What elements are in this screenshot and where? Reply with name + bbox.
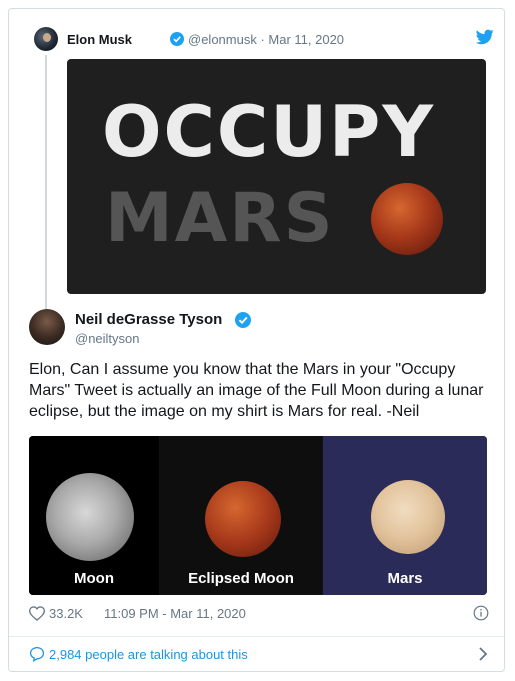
info-icon[interactable]: [473, 605, 489, 624]
quoted-handle-date[interactable]: @elonmusk · Mar 11, 2020: [188, 32, 344, 47]
elon-avatar[interactable]: [34, 27, 58, 51]
mars-panel: Mars: [323, 436, 487, 595]
mars-planet-graphic: [371, 480, 445, 554]
footer-divider: [9, 636, 504, 637]
mars-label: Mars: [387, 570, 423, 587]
twitter-bird-icon[interactable]: [475, 29, 494, 50]
verified-badge-icon: [170, 32, 184, 46]
like-count[interactable]: 33.2K: [49, 606, 83, 621]
occupy-text: OCCUPY: [101, 91, 436, 173]
tweet-meta: 33.2K 11:09 PM - Mar 11, 2020: [28, 605, 489, 625]
moon-label: Moon: [74, 570, 114, 587]
occupy-mars-image[interactable]: OCCUPY MARS: [67, 59, 486, 294]
tweet-image-comparison[interactable]: Moon Eclipsed Moon Mars: [29, 436, 487, 595]
eclipsed-moon-panel: Eclipsed Moon: [160, 436, 322, 595]
comment-icon: [29, 646, 45, 665]
tweet-embed-card: Elon Musk @elonmusk · Mar 11, 2020 OCCUP…: [8, 8, 505, 672]
quoted-tweet-header: Elon Musk @elonmusk · Mar 11, 2020: [34, 27, 494, 53]
eclipsed-moon-graphic: [371, 183, 443, 255]
quoted-author-name[interactable]: Elon Musk: [67, 32, 132, 47]
chevron-right-icon[interactable]: [477, 646, 489, 665]
verified-badge-icon: [235, 312, 251, 328]
thread-connector-line: [45, 55, 47, 311]
eclipsed-moon-label: Eclipsed Moon: [188, 570, 294, 587]
author-handle[interactable]: @neiltyson: [75, 331, 140, 346]
heart-icon[interactable]: [28, 606, 46, 624]
tweet-text: Elon, Can I assume you know that the Mar…: [29, 361, 484, 420]
full-moon-graphic: [46, 473, 134, 561]
neil-avatar[interactable]: [29, 309, 65, 345]
tweet-timestamp[interactable]: 11:09 PM - Mar 11, 2020: [104, 606, 246, 621]
author-name[interactable]: Neil deGrasse Tyson: [75, 311, 222, 328]
eclipsed-moon-graphic: [205, 481, 281, 557]
moon-panel: Moon: [29, 436, 159, 595]
talking-count-text[interactable]: 2,984 people are talking about this: [49, 647, 248, 662]
conversation-link[interactable]: 2,984 people are talking about this: [29, 646, 489, 666]
